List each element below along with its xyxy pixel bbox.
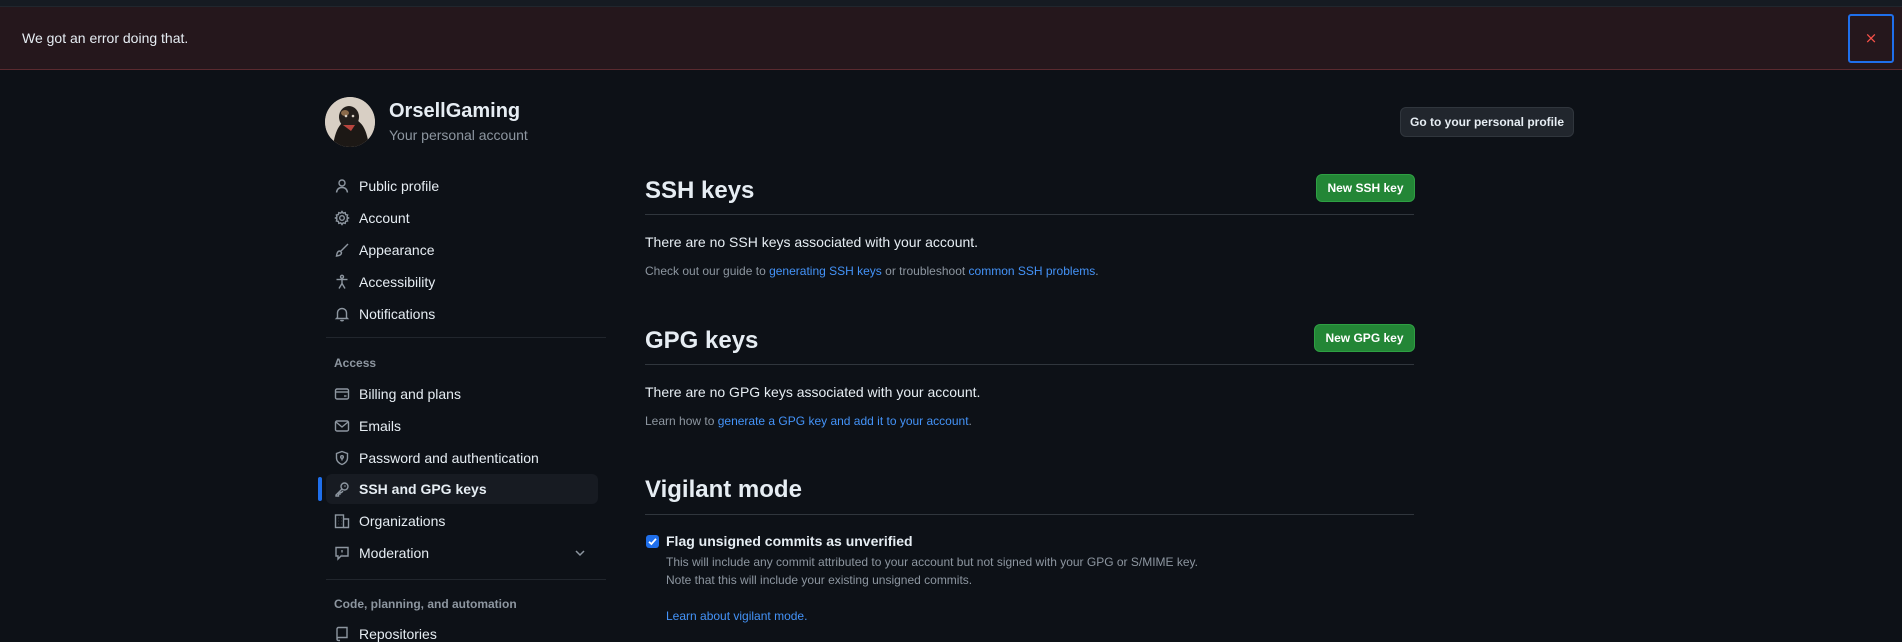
go-to-profile-button[interactable]: Go to your personal profile [1400, 107, 1574, 137]
credit-card-icon [334, 386, 350, 402]
sidebar-item-label: Repositories [359, 626, 437, 642]
avatar[interactable] [325, 97, 375, 147]
sidebar-group-heading-code: Code, planning, and automation [334, 597, 517, 611]
common-ssh-problems-link[interactable]: common SSH problems [969, 264, 1096, 278]
mail-icon [334, 418, 350, 434]
new-gpg-key-button[interactable]: New GPG key [1314, 324, 1415, 352]
sidebar-item-label: Billing and plans [359, 386, 461, 402]
section-divider [645, 364, 1414, 365]
sidebar-item-label: Accessibility [359, 274, 436, 290]
new-ssh-key-button[interactable]: New SSH key [1316, 174, 1415, 202]
generate-gpg-key-link[interactable]: generate a GPG key and add it to your ac… [718, 414, 969, 428]
sidebar-item-public-profile[interactable]: Public profile [326, 171, 598, 201]
error-flash-banner: We got an error doing that. × [0, 7, 1902, 70]
gear-icon [334, 210, 350, 226]
sidebar-item-account[interactable]: Account [326, 203, 598, 233]
sidebar-divider [326, 337, 606, 338]
generating-ssh-keys-link[interactable]: generating SSH keys [769, 264, 882, 278]
sidebar-item-repositories[interactable]: Repositories [326, 619, 598, 642]
close-icon: × [1864, 29, 1878, 47]
sidebar-item-label: Emails [359, 418, 402, 434]
sidebar-item-moderation[interactable]: Moderation [326, 538, 598, 568]
account-subtitle: Your personal account [389, 127, 528, 143]
sidebar-item-organizations[interactable]: Organizations [326, 506, 598, 536]
chevron-down-icon[interactable] [572, 545, 588, 561]
flag-unsigned-commits-checkbox[interactable] [646, 535, 659, 548]
accessibility-icon [334, 274, 350, 290]
repo-icon [334, 626, 350, 642]
bell-icon [334, 306, 350, 322]
sidebar-item-label: Password and authentication [359, 450, 539, 466]
sidebar-item-password-authentication[interactable]: Password and authentication [326, 443, 598, 473]
sidebar-item-appearance[interactable]: Appearance [326, 235, 598, 265]
sidebar-item-notifications[interactable]: Notifications [326, 299, 598, 329]
flag-unsigned-commits-label[interactable]: Flag unsigned commits as unverified [666, 533, 913, 549]
vigilant-note-2: Note that this will include your existin… [666, 573, 973, 587]
sidebar-item-label: Organizations [359, 513, 446, 529]
sidebar-item-label: Account [359, 210, 410, 226]
report-icon [334, 545, 350, 561]
sidebar-group-heading-access: Access [334, 356, 377, 370]
sidebar-item-label: Moderation [359, 545, 430, 561]
vigilant-mode-heading: Vigilant mode [645, 476, 802, 503]
gpg-empty-message: There are no GPG keys associated with yo… [645, 384, 981, 400]
sidebar-item-ssh-gpg-keys[interactable]: SSH and GPG keys [326, 474, 598, 504]
section-divider [645, 214, 1414, 215]
ssh-guide-text: Check out our guide to generating SSH ke… [645, 264, 1099, 278]
active-item-indicator [318, 477, 322, 501]
learn-vigilant-mode-link[interactable]: Learn about vigilant mode. [666, 609, 807, 623]
gpg-learn-text: Learn how to generate a GPG key and add … [645, 414, 972, 428]
sidebar-item-label: Appearance [359, 242, 435, 258]
sidebar-item-label: Notifications [359, 306, 436, 322]
section-divider [645, 514, 1414, 515]
gpg-keys-heading: GPG keys [645, 327, 759, 354]
sidebar-item-billing[interactable]: Billing and plans [326, 379, 598, 409]
flash-close-button[interactable]: × [1848, 14, 1894, 63]
ssh-empty-message: There are no SSH keys associated with yo… [645, 234, 979, 250]
checkmark-icon [648, 538, 657, 546]
organization-icon [334, 513, 350, 529]
sidebar-divider [326, 579, 606, 580]
sidebar-item-emails[interactable]: Emails [326, 411, 598, 441]
account-name: OrsellGaming [389, 100, 521, 122]
flash-message: We got an error doing that. [22, 30, 189, 46]
ssh-keys-heading: SSH keys [645, 177, 755, 204]
sidebar-item-label: SSH and GPG keys [359, 481, 487, 497]
key-icon [334, 481, 350, 497]
sidebar-item-label: Public profile [359, 178, 440, 194]
paintbrush-icon [334, 242, 350, 258]
shield-lock-icon [334, 450, 350, 466]
person-icon [334, 178, 350, 194]
top-strip [0, 0, 1902, 7]
vigilant-note-1: This will include any commit attributed … [666, 555, 1199, 569]
sidebar-item-accessibility[interactable]: Accessibility [326, 267, 598, 297]
